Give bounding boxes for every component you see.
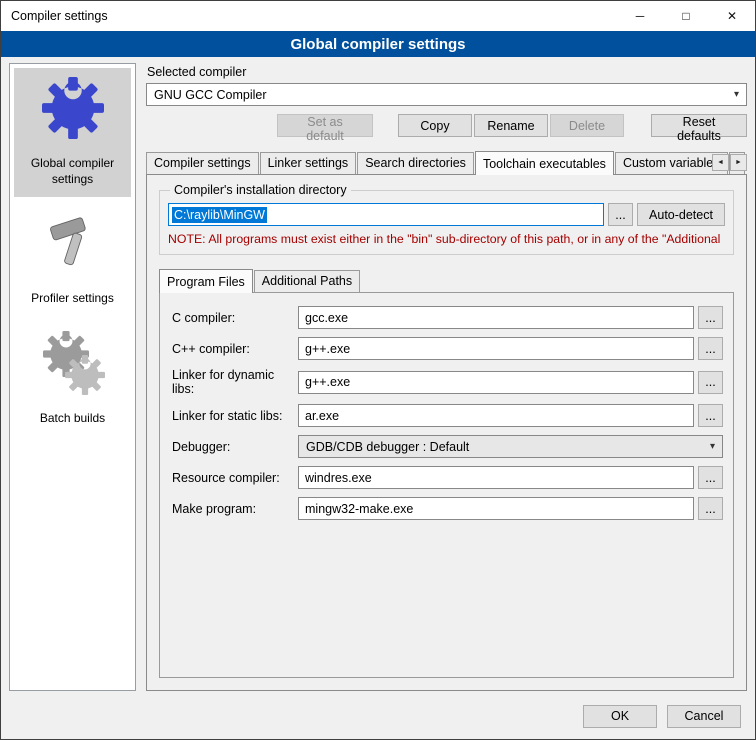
settings-tabstrip: Compiler settings Linker settings Search…: [146, 150, 747, 174]
chevron-down-icon: ▾: [734, 89, 739, 100]
dialog-header: Global compiler settings: [1, 31, 755, 57]
window-controls: ─ □ ✕: [617, 1, 755, 31]
debugger-label: Debugger:: [172, 440, 298, 454]
sidebar-item-batch-builds[interactable]: Batch builds: [14, 323, 131, 437]
main-panel: Selected compiler GNU GCC Compiler ▾ Set…: [146, 63, 747, 691]
auto-detect-button[interactable]: Auto-detect: [637, 203, 725, 226]
linker-static-label: Linker for static libs:: [172, 409, 298, 423]
tab-compiler-settings[interactable]: Compiler settings: [146, 152, 259, 174]
make-program-input[interactable]: [298, 497, 694, 520]
field-row-linker-dynamic: Linker for dynamic libs: ...: [172, 368, 723, 396]
cancel-button[interactable]: Cancel: [667, 705, 741, 728]
selected-compiler-label: Selected compiler: [147, 65, 747, 79]
debugger-dropdown[interactable]: GDB/CDB debugger : Default ▾: [298, 435, 723, 458]
resource-compiler-input[interactable]: [298, 466, 694, 489]
global-compiler-gear-icon: [41, 76, 105, 140]
debugger-value: GDB/CDB debugger : Default: [306, 440, 469, 454]
field-row-debugger: Debugger: GDB/CDB debugger : Default ▾: [172, 435, 723, 458]
field-row-resource-compiler: Resource compiler: ...: [172, 466, 723, 489]
installation-directory-input[interactable]: C:\raylib\MinGW: [168, 203, 604, 226]
sidebar: Global compiler settings Profiler settin…: [9, 63, 136, 691]
selected-compiler-dropdown[interactable]: GNU GCC Compiler ▾: [146, 83, 747, 106]
minimize-button[interactable]: ─: [617, 1, 663, 31]
tab-scroll-left-icon[interactable]: ◄: [712, 154, 729, 171]
copy-button[interactable]: Copy: [398, 114, 472, 137]
cpp-compiler-label: C++ compiler:: [172, 342, 298, 356]
installation-directory-group: Compiler's installation directory C:\ray…: [159, 183, 734, 255]
rename-button[interactable]: Rename: [474, 114, 548, 137]
linker-dynamic-input[interactable]: [298, 371, 694, 394]
chevron-down-icon: ▾: [710, 441, 715, 452]
sidebar-item-label: Batch builds: [40, 411, 105, 427]
profiler-hammer-icon: [41, 211, 105, 275]
linker-dynamic-label: Linker for dynamic libs:: [172, 368, 298, 396]
dialog-header-title: Global compiler settings: [290, 36, 465, 53]
tab-scroll-buttons: ◄ ►: [712, 154, 747, 171]
batch-builds-gears-icon: [41, 331, 105, 395]
reset-defaults-button[interactable]: Reset defaults: [651, 114, 747, 137]
make-program-label: Make program:: [172, 502, 298, 516]
browse-c-compiler-button[interactable]: ...: [698, 306, 723, 329]
tab-custom-variables[interactable]: Custom variables: [615, 152, 728, 174]
field-row-cpp-compiler: C++ compiler: ...: [172, 337, 723, 360]
sidebar-item-label: Global compiler settings: [16, 156, 129, 187]
dialog-footer: OK Cancel: [1, 699, 755, 739]
close-button[interactable]: ✕: [709, 1, 755, 31]
bin-subdirectory-note: NOTE: All programs must exist either in …: [168, 232, 725, 246]
c-compiler-label: C compiler:: [172, 311, 298, 325]
c-compiler-input[interactable]: [298, 306, 694, 329]
titlebar: Compiler settings ─ □ ✕: [1, 1, 755, 31]
program-files-panel: C compiler: ... C++ compiler: ...: [159, 292, 734, 678]
tab-additional-paths[interactable]: Additional Paths: [254, 270, 360, 292]
delete-button: Delete: [550, 114, 624, 137]
tab-toolchain-executables[interactable]: Toolchain executables: [475, 151, 614, 175]
field-row-c-compiler: C compiler: ...: [172, 306, 723, 329]
browse-make-program-button[interactable]: ...: [698, 497, 723, 520]
browse-cpp-compiler-button[interactable]: ...: [698, 337, 723, 360]
installation-directory-row: C:\raylib\MinGW ... Auto-detect: [168, 203, 725, 226]
selected-compiler-value: GNU GCC Compiler: [154, 88, 267, 102]
compiler-actions: Set as default Copy Rename Delete Reset …: [146, 114, 747, 137]
sidebar-item-global-compiler-settings[interactable]: Global compiler settings: [14, 68, 131, 197]
installation-directory-legend: Compiler's installation directory: [170, 183, 351, 197]
cpp-compiler-input[interactable]: [298, 337, 694, 360]
browse-linker-static-button[interactable]: ...: [698, 404, 723, 427]
linker-static-input[interactable]: [298, 404, 694, 427]
field-row-make-program: Make program: ...: [172, 497, 723, 520]
browse-directory-button[interactable]: ...: [608, 203, 633, 226]
sidebar-item-profiler-settings[interactable]: Profiler settings: [14, 203, 131, 317]
tab-program-files[interactable]: Program Files: [159, 269, 253, 293]
field-row-linker-static: Linker for static libs: ...: [172, 404, 723, 427]
compiler-settings-window: Compiler settings ─ □ ✕ Global compiler …: [0, 0, 756, 740]
tab-scroll-right-icon[interactable]: ►: [730, 154, 747, 171]
resource-compiler-label: Resource compiler:: [172, 471, 298, 485]
program-files-tabstrip: Program Files Additional Paths: [159, 268, 734, 292]
ok-button[interactable]: OK: [583, 705, 657, 728]
installation-directory-value: C:\raylib\MinGW: [172, 207, 267, 223]
maximize-button[interactable]: □: [663, 1, 709, 31]
tab-search-directories[interactable]: Search directories: [357, 152, 474, 174]
tab-linker-settings[interactable]: Linker settings: [260, 152, 357, 174]
dialog-content: Global compiler settings Profiler settin…: [1, 57, 755, 699]
browse-resource-compiler-button[interactable]: ...: [698, 466, 723, 489]
browse-linker-dynamic-button[interactable]: ...: [698, 371, 723, 394]
toolchain-executables-panel: Compiler's installation directory C:\ray…: [146, 174, 747, 691]
window-title: Compiler settings: [11, 9, 108, 23]
sidebar-item-label: Profiler settings: [31, 291, 114, 307]
set-as-default-button: Set as default: [277, 114, 373, 137]
